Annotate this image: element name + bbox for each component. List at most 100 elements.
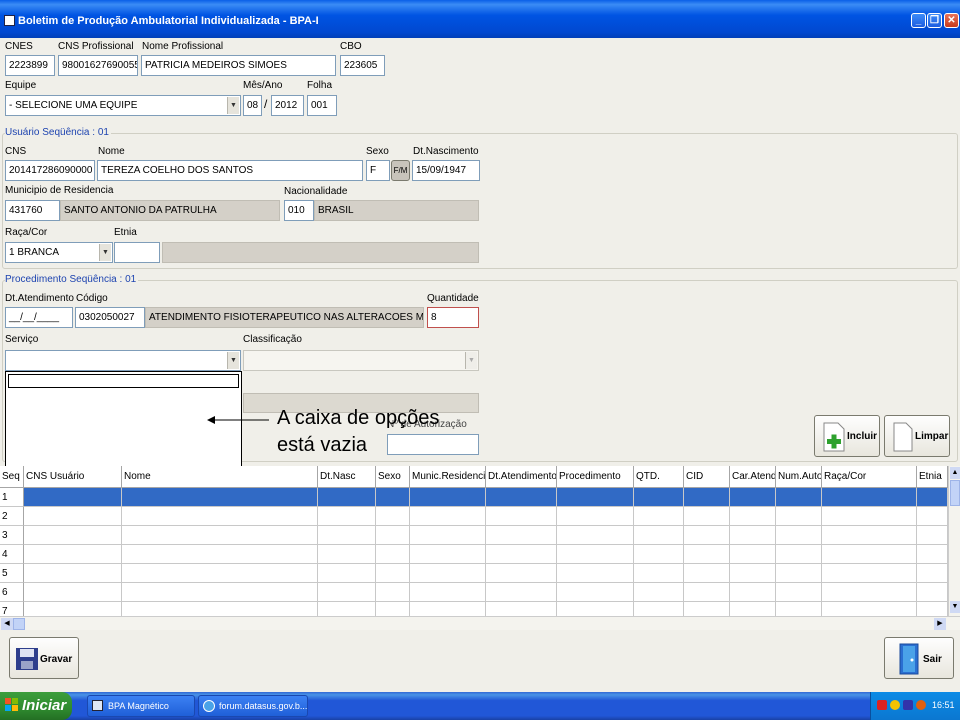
start-button[interactable]: Iniciar [0, 692, 72, 720]
table-cell[interactable] [24, 602, 122, 616]
table-cell[interactable] [634, 564, 684, 583]
table-cell[interactable] [822, 507, 917, 526]
table-cell[interactable] [376, 602, 410, 616]
scroll-up-icon[interactable]: ▲ [950, 467, 960, 479]
table-cell[interactable] [822, 526, 917, 545]
table-cell[interactable] [917, 507, 948, 526]
table-cell[interactable] [684, 545, 730, 564]
minimize-button[interactable]: _ [911, 13, 926, 28]
table-cell[interactable] [634, 507, 684, 526]
scroll-h-thumb[interactable] [13, 618, 25, 630]
table-cell[interactable] [730, 526, 776, 545]
grid-column-header[interactable]: Nome [122, 466, 318, 488]
table-cell[interactable] [410, 602, 486, 616]
table-cell[interactable] [557, 545, 634, 564]
table-cell[interactable] [486, 602, 557, 616]
table-cell[interactable] [24, 545, 122, 564]
table-cell[interactable] [684, 602, 730, 616]
table-cell[interactable] [684, 507, 730, 526]
table-cell[interactable] [122, 583, 318, 602]
table-cell[interactable] [557, 507, 634, 526]
table-cell[interactable] [634, 526, 684, 545]
table-cell[interactable] [776, 488, 822, 507]
table-cell[interactable] [684, 564, 730, 583]
tray-security-icon[interactable] [916, 700, 926, 710]
table-cell[interactable] [486, 488, 557, 507]
table-cell[interactable] [730, 564, 776, 583]
table-cell[interactable] [410, 526, 486, 545]
maximize-button[interactable]: ❐ [927, 13, 942, 28]
task-browser[interactable]: forum.datasus.gov.b... [198, 695, 308, 717]
scroll-thumb[interactable] [950, 480, 960, 506]
table-cell[interactable] [376, 507, 410, 526]
close-button[interactable]: ✕ [944, 13, 959, 28]
grid-column-header[interactable]: CNS Usuário [24, 466, 122, 488]
table-cell[interactable] [822, 564, 917, 583]
table-cell[interactable] [557, 488, 634, 507]
table-cell[interactable] [410, 564, 486, 583]
table-cell[interactable] [684, 526, 730, 545]
table-cell[interactable] [486, 583, 557, 602]
table-cell[interactable] [24, 507, 122, 526]
mes-field[interactable]: 08 [243, 95, 262, 116]
table-cell[interactable] [917, 564, 948, 583]
table-cell[interactable] [684, 488, 730, 507]
table-cell[interactable] [776, 507, 822, 526]
app-icon[interactable] [4, 15, 15, 26]
quantidade-field[interactable]: 8 [427, 307, 479, 328]
tray-network-icon[interactable] [903, 700, 913, 710]
cnes-field[interactable]: 2223899 [5, 55, 55, 76]
chevron-down-icon[interactable]: ▼ [465, 352, 477, 369]
table-cell[interactable] [376, 583, 410, 602]
table-cell[interactable] [410, 507, 486, 526]
grid-column-header[interactable]: Car.Atend. [730, 466, 776, 488]
nome-field[interactable]: TEREZA COELHO DOS SANTOS [97, 160, 363, 181]
table-cell[interactable] [376, 488, 410, 507]
table-cell[interactable] [776, 564, 822, 583]
table-cell[interactable] [917, 545, 948, 564]
dt-atendimento-field[interactable]: __/__/____ [5, 307, 73, 328]
grid-column-header[interactable]: Dt.Nasc [318, 466, 376, 488]
table-cell[interactable] [318, 488, 376, 507]
sair-button[interactable]: Sair [884, 637, 954, 679]
nome-prof-field[interactable]: PATRICIA MEDEIROS SIMOES [141, 55, 336, 76]
table-cell[interactable] [822, 602, 917, 616]
chevron-down-icon[interactable]: ▼ [227, 352, 239, 369]
table-cell[interactable] [410, 488, 486, 507]
table-cell[interactable] [730, 545, 776, 564]
sexo-field[interactable]: F [366, 160, 390, 181]
table-cell[interactable] [318, 507, 376, 526]
table-cell[interactable] [557, 602, 634, 616]
records-grid[interactable]: Seq CNS Usuário Nome Dt.Nasc Sexo Munic.Resid… [0, 466, 948, 616]
table-row[interactable]: 2 [0, 507, 948, 526]
table-cell[interactable] [486, 526, 557, 545]
table-cell[interactable] [730, 583, 776, 602]
tray-star-icon[interactable] [890, 700, 900, 710]
folha-field[interactable]: 001 [307, 95, 337, 116]
table-cell[interactable] [318, 583, 376, 602]
table-cell[interactable] [122, 564, 318, 583]
grid-column-header[interactable]: Dt.Atendimento [486, 466, 557, 488]
sexo-toggle-button[interactable]: F/M [391, 160, 410, 181]
table-cell[interactable] [376, 526, 410, 545]
grid-column-header[interactable]: Procedimento [557, 466, 634, 488]
table-cell[interactable] [122, 507, 318, 526]
table-cell[interactable] [730, 602, 776, 616]
table-cell[interactable] [917, 488, 948, 507]
table-cell[interactable] [634, 583, 684, 602]
scroll-down-icon[interactable]: ▼ [950, 601, 960, 613]
table-cell[interactable] [122, 488, 318, 507]
table-cell[interactable] [917, 526, 948, 545]
grid-column-header[interactable]: Raça/Cor [822, 466, 917, 488]
table-cell[interactable] [776, 545, 822, 564]
gravar-button[interactable]: Gravar [9, 637, 79, 679]
grid-column-header[interactable]: Seq [0, 466, 24, 488]
table-cell[interactable] [376, 564, 410, 583]
servico-select[interactable]: ▼ [5, 350, 241, 371]
table-cell[interactable] [822, 545, 917, 564]
table-cell[interactable] [24, 526, 122, 545]
table-cell[interactable] [684, 583, 730, 602]
table-cell[interactable] [917, 602, 948, 616]
table-row[interactable]: 6 [0, 583, 948, 602]
grid-column-header[interactable]: Etnia [917, 466, 948, 488]
